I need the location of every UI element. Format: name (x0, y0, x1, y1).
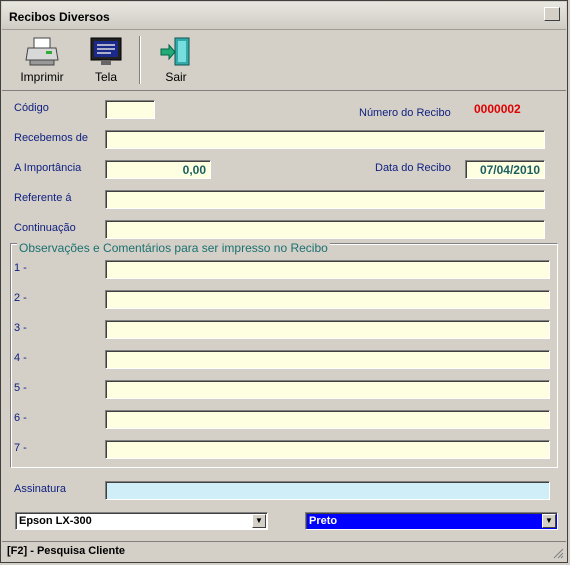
obs-line-5-input[interactable] (105, 380, 550, 399)
referente-input[interactable] (105, 190, 545, 209)
toolbar: Imprimir Tela Sair (2, 30, 566, 91)
numero-recibo-value: 0000002 (474, 102, 521, 116)
data-recibo-input[interactable]: 07/04/2010 (465, 160, 545, 179)
data-recibo-label: Data do Recibo (375, 162, 451, 174)
obs-line-7-label: 7 - (14, 442, 27, 454)
observacoes-title: Observações e Comentários para ser impre… (17, 241, 330, 255)
referente-label: Referente á (14, 192, 72, 204)
close-window-button[interactable] (544, 7, 560, 21)
assinatura-label: Assinatura (14, 483, 66, 495)
importancia-input[interactable]: 0,00 (105, 160, 211, 179)
obs-line-5-label: 5 - (14, 382, 27, 394)
chevron-down-icon[interactable]: ▼ (542, 514, 556, 528)
obs-line-1-label: 1 - (14, 262, 27, 274)
exit-label: Sair (165, 70, 187, 84)
codigo-label: Código (14, 102, 49, 114)
assinatura-input[interactable] (105, 481, 550, 500)
screen-button[interactable]: Tela (84, 34, 128, 86)
obs-line-7-input[interactable] (105, 440, 550, 459)
recebemos-label: Recebemos de (14, 132, 88, 144)
obs-line-4-input[interactable] (105, 350, 550, 369)
exit-button[interactable]: Sair (154, 34, 198, 86)
printer-icon (25, 37, 59, 66)
print-button[interactable]: Imprimir (12, 34, 72, 86)
obs-line-1-input[interactable] (105, 260, 550, 279)
title-bar: Recibos Diversos (2, 2, 566, 30)
numero-recibo-label: Número do Recibo (359, 107, 451, 119)
recebemos-input[interactable] (105, 130, 545, 149)
obs-line-2-label: 2 - (14, 292, 27, 304)
main-window: Recibos Diversos Imprimir Tela Sair Códi… (0, 0, 568, 563)
obs-line-4-label: 4 - (14, 352, 27, 364)
obs-line-3-input[interactable] (105, 320, 550, 339)
window-title: Recibos Diversos (9, 10, 110, 24)
obs-line-2-input[interactable] (105, 290, 550, 309)
codigo-input[interactable] (105, 100, 155, 119)
continuacao-label: Continuação (14, 222, 76, 234)
obs-line-6-label: 6 - (14, 412, 27, 424)
exit-door-icon (160, 37, 190, 66)
importancia-label: A Importância (14, 162, 82, 174)
printer-select-value: Epson LX-300 (19, 515, 92, 527)
obs-line-6-input[interactable] (105, 410, 550, 429)
monitor-icon (90, 37, 122, 65)
screen-label: Tela (94, 70, 117, 84)
continuacao-input[interactable] (105, 220, 545, 239)
resize-grip-icon[interactable] (552, 547, 564, 559)
chevron-down-icon[interactable]: ▼ (252, 514, 266, 528)
color-select-value: Preto (309, 515, 338, 527)
printer-select[interactable]: Epson LX-300 ▼ (15, 512, 268, 530)
print-label: Imprimir (20, 70, 64, 84)
status-bar: [F2] - Pesquisa Cliente (2, 541, 566, 561)
color-select[interactable]: Preto ▼ (305, 512, 558, 530)
obs-line-3-label: 3 - (14, 322, 27, 334)
toolbar-separator (139, 36, 141, 84)
status-text: [F2] - Pesquisa Cliente (7, 545, 125, 557)
